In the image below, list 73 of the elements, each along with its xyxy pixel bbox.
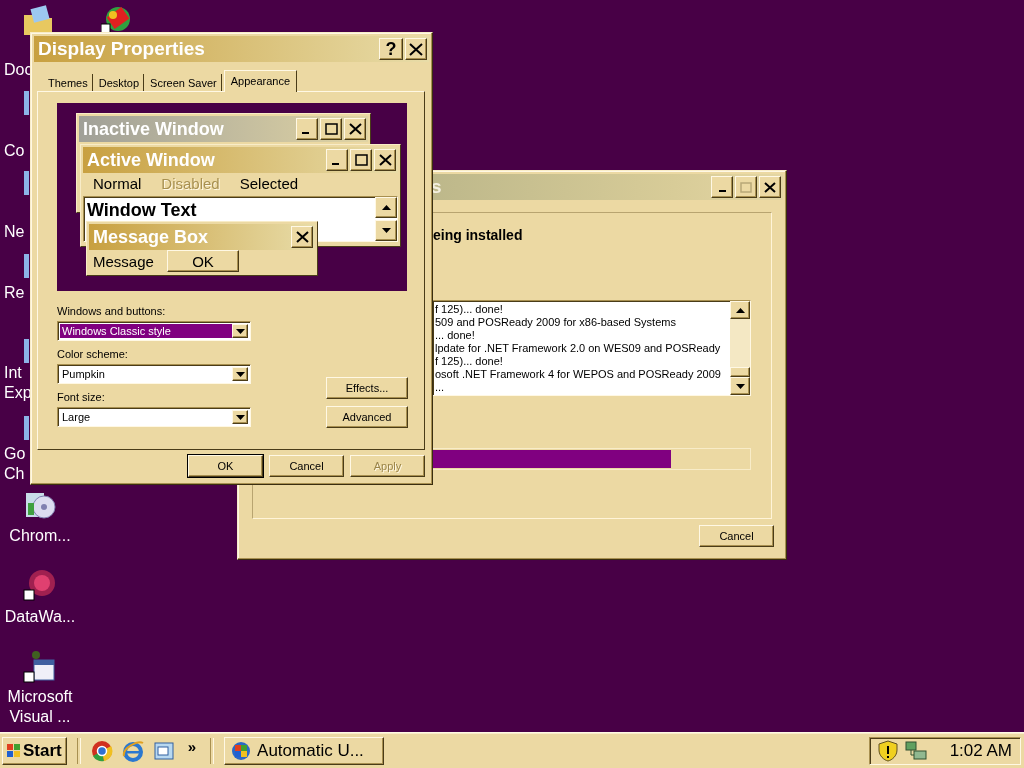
clock: 1:02 AM: [949, 740, 1012, 761]
desktop-icon-label: Microsoft: [7, 687, 73, 707]
dropdown[interactable]: Pumpkin: [57, 364, 251, 384]
log-line: ...: [435, 381, 445, 394]
close-icon: [291, 226, 313, 248]
scroll-down-icon[interactable]: [735, 383, 745, 389]
desktop-window-icon[interactable]: [152, 739, 175, 762]
option-button[interactable]: Advanced: [326, 406, 408, 428]
desktop-icon-label: Ne: [4, 222, 25, 242]
desktop-icon-label: Re: [4, 283, 25, 303]
close-icon: [344, 118, 366, 140]
field-label: Windows and buttons:: [57, 305, 167, 317]
dropdown[interactable]: Windows Classic style: [57, 321, 251, 341]
calendar-icon[interactable]: [22, 650, 58, 684]
log-line: osoft .NET Framework 4 for WEPOS and POSReady 2009: [435, 368, 721, 381]
desktop-icon-label: Go: [4, 444, 26, 464]
network-graph-icon[interactable]: [22, 568, 58, 602]
field-label: Font size:: [57, 391, 106, 403]
maximize-icon: [740, 181, 752, 193]
start-button[interactable]: Start: [2, 736, 67, 765]
close-icon: [374, 149, 396, 171]
install-heading: eing installed: [433, 227, 523, 243]
maximize-icon: [350, 149, 372, 171]
log-line: 509 and POSReady 2009 for x86-based Systems: [435, 316, 676, 329]
desktop-icon-label: Ch: [4, 464, 25, 484]
windows-logo-icon: [231, 740, 252, 761]
minimize-icon: [326, 149, 348, 171]
dialog-button[interactable]: OK: [188, 455, 263, 477]
window-text: Window Text: [86, 199, 197, 221]
desktop-icon-label: Visual ...: [9, 707, 71, 727]
maximize-icon: [320, 118, 342, 140]
minimize-icon: [296, 118, 318, 140]
dialog-button[interactable]: Cancel: [269, 455, 344, 477]
caret-icon: [235, 371, 245, 377]
scroll-thumb[interactable]: [730, 367, 750, 377]
internet-explorer-icon[interactable]: [121, 739, 144, 762]
minimize-icon: [718, 190, 726, 192]
browser-icon[interactable]: [90, 739, 113, 762]
log-line: f 125)... done!: [435, 303, 503, 316]
close-icon: [409, 42, 423, 56]
log-line: f 125)... done!: [435, 355, 503, 368]
desktop-icon-label: Exp: [4, 383, 32, 403]
log-line: lpdate for .NET Framework 2.0 on WES09 and POSReady: [435, 342, 721, 355]
field-label: Color scheme:: [57, 348, 129, 360]
desktop-icon-label: Chrom...: [9, 526, 71, 546]
menu-item: Disabled: [161, 175, 220, 194]
windows-logo-icon: [7, 743, 21, 758]
help-button[interactable]: ?: [379, 38, 403, 60]
message-text: Message: [93, 252, 155, 270]
scroll-up-icon[interactable]: [735, 307, 745, 313]
desktop-icon-label: Int: [4, 363, 22, 383]
scrollbar[interactable]: [730, 301, 750, 395]
window-title: Active Window: [87, 149, 215, 171]
taskbar-button[interactable]: Automatic U...: [224, 736, 385, 765]
window-title: Message Box: [93, 226, 209, 248]
desktop-icon-label: Co: [4, 141, 25, 161]
dropdown[interactable]: Large: [57, 407, 251, 427]
close-button[interactable]: [405, 38, 427, 60]
window-title: Display Properties: [38, 38, 205, 60]
shield-icon[interactable]: [878, 739, 898, 762]
tab[interactable]: Appearance: [223, 70, 298, 92]
more-button[interactable]: »: [183, 738, 201, 755]
cancel-button[interactable]: Cancel: [699, 525, 774, 547]
scroll-down-icon: [381, 228, 391, 233]
caret-icon: [235, 328, 245, 334]
log-line: ... done!: [435, 329, 475, 342]
close-icon: [764, 181, 776, 193]
caret-icon: [235, 414, 245, 420]
option-button[interactable]: Effects...: [326, 377, 408, 399]
desktop-icon-label: DataWa...: [4, 607, 76, 627]
scroll-up-icon: [381, 205, 391, 210]
network-icon[interactable]: [904, 739, 928, 762]
window-title: Inactive Window: [83, 118, 224, 140]
